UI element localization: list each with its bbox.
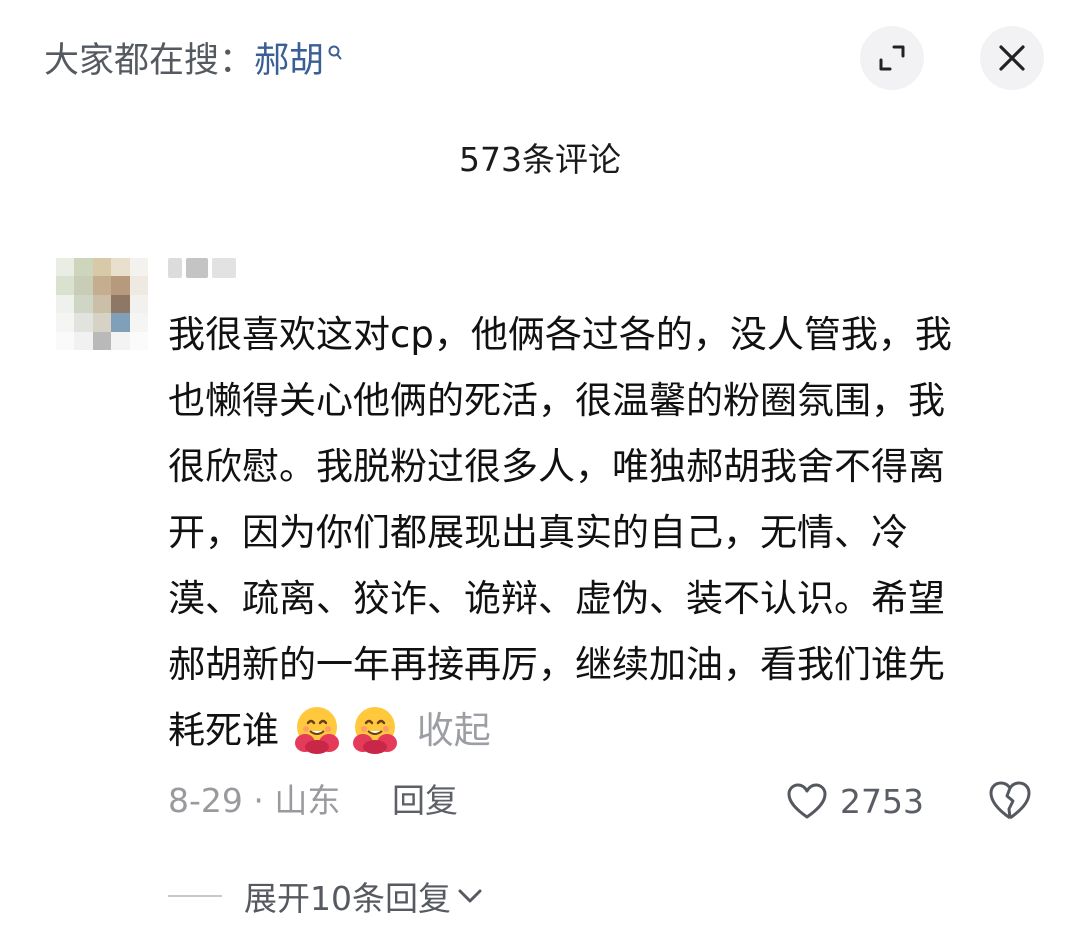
expand-replies-button[interactable]: 展开10条回复: [168, 868, 483, 924]
comment-line: 郝胡新的一年再接再厉，继续加油，看我们谁先: [168, 643, 945, 686]
expand-replies-label: 展开10条回复: [244, 879, 451, 918]
close-button[interactable]: [980, 26, 1044, 90]
comments-panel: 大家都在搜：郝胡 573条评论 我很喜欢这对cp，他俩各过各的，没人管我，我 也…: [0, 0, 1080, 938]
search-prefix: 大家都在搜：: [44, 41, 255, 81]
heart-icon: [787, 783, 827, 819]
search-keyword[interactable]: 郝胡: [254, 41, 324, 81]
hugging-face-emoji: [352, 707, 397, 754]
broken-heart-icon[interactable]: [988, 780, 1032, 822]
date-location: 8-29 · 山东: [168, 781, 341, 820]
chevron-down-icon: [458, 889, 482, 903]
avatar[interactable]: [56, 258, 148, 350]
collapse-link[interactable]: 收起: [417, 709, 491, 752]
divider: [168, 895, 222, 897]
hugging-face-emoji: [294, 707, 339, 754]
comment-last-line: 耗死谁 收起: [168, 698, 1038, 764]
username-redacted[interactable]: [168, 258, 240, 278]
close-icon: [999, 45, 1025, 71]
like-button[interactable]: 2753: [786, 776, 924, 826]
comment-line: 漠、疏离、狡诈、诡辩、虚伪、装不认识。希望: [168, 577, 945, 620]
comment-text: 我很喜欢这对cp，他俩各过各的，没人管我，我 也懒得关心他俩的死活，很温馨的粉圈…: [168, 302, 1038, 764]
comment-line: 很欣慰。我脱粉过很多人，唯独郝胡我舍不得离: [168, 445, 945, 488]
expand-button[interactable]: [860, 26, 924, 90]
comment-line: 开，因为你们都展现出真实的自己，无情、冷: [168, 511, 908, 554]
like-count: 2753: [840, 781, 924, 821]
comment-line: 我很喜欢这对cp，他俩各过各的，没人管我，我: [168, 313, 952, 356]
comment-count-title: 573条评论: [459, 140, 621, 179]
comment-line: 耗死谁: [168, 709, 279, 752]
trending-search-hint[interactable]: 大家都在搜：郝胡: [44, 36, 343, 86]
comment-line: 也懒得关心他俩的死活，很温馨的粉圈氛围，我: [168, 379, 945, 422]
reply-button[interactable]: 回复: [392, 776, 458, 826]
expand-icon: [879, 45, 905, 71]
search-icon: [328, 45, 342, 60]
